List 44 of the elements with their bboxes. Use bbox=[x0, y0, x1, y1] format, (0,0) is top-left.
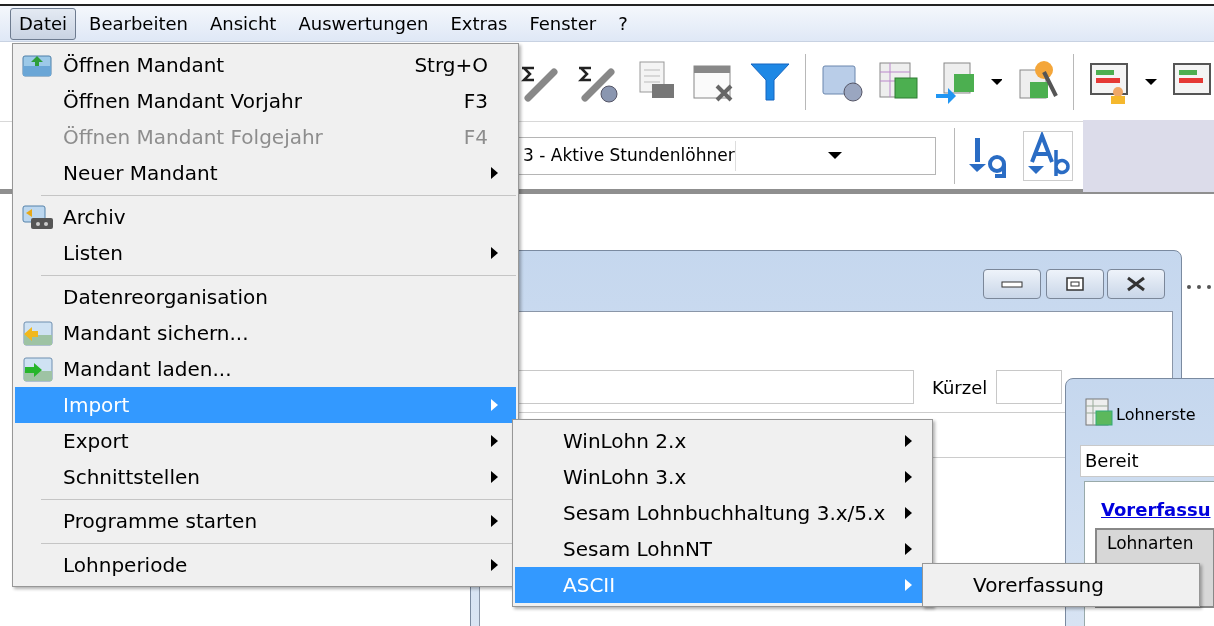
maximize-button[interactable] bbox=[1046, 269, 1104, 299]
menu-item[interactable]: Bearbeiten bbox=[80, 7, 197, 40]
status-field: Bereit bbox=[1080, 445, 1214, 477]
menu-item[interactable]: Listen bbox=[15, 235, 516, 271]
table-icon bbox=[1084, 397, 1114, 427]
minimize-button[interactable] bbox=[983, 269, 1041, 299]
section-heading: Vorerfassu bbox=[1101, 498, 1211, 522]
menu-item[interactable]: ? bbox=[609, 7, 637, 40]
menu-item[interactable]: Ansicht bbox=[200, 7, 286, 40]
filter-dropdown[interactable]: 3 - Aktive Stundenlöhner bbox=[518, 136, 936, 175]
menu-item[interactable]: Öffnen Mandant Vorjahr F3 bbox=[15, 83, 516, 119]
caret-icon bbox=[828, 151, 843, 160]
caret-icon[interactable] bbox=[990, 77, 1003, 86]
menu-item[interactable]: Export bbox=[15, 423, 516, 459]
menu-item[interactable]: Sesam Lohnbuchhaltung 3.x/5.x bbox=[515, 495, 930, 531]
menu-item[interactable]: Mandant sichern... bbox=[15, 315, 516, 351]
menu-item[interactable]: Lohnperiode bbox=[15, 547, 516, 583]
dots-icon bbox=[1186, 284, 1214, 290]
menu-item[interactable]: Fenster bbox=[520, 7, 606, 40]
caret-icon[interactable] bbox=[1145, 77, 1158, 86]
close-button[interactable] bbox=[1107, 269, 1165, 299]
menu-item[interactable]: Datenreorganisation bbox=[15, 279, 516, 315]
menu-item[interactable]: Archiv bbox=[15, 199, 516, 235]
menu-item[interactable]: Datei bbox=[10, 7, 77, 40]
menu-item[interactable]: WinLohn 3.x bbox=[515, 459, 930, 495]
menu-item[interactable]: Schnittstellen bbox=[15, 459, 516, 495]
close-icon bbox=[1125, 276, 1147, 292]
input-field[interactable] bbox=[996, 370, 1062, 404]
menu-item[interactable]: Sesam LohnNT bbox=[515, 531, 930, 567]
menu-item[interactable]: WinLohn 2.x bbox=[515, 423, 930, 459]
menu-item[interactable]: Neuer Mandant bbox=[15, 155, 516, 191]
archive-icon bbox=[22, 203, 54, 231]
menu-item[interactable]: Öffnen Mandant Strg+O bbox=[15, 47, 516, 83]
folder-icon bbox=[22, 52, 54, 78]
menu-item[interactable]: Programme starten bbox=[15, 503, 516, 539]
window-title: Lohnerste bbox=[1116, 404, 1196, 426]
maximize-icon bbox=[1065, 276, 1085, 292]
menu-item[interactable]: Mandant laden... bbox=[15, 351, 516, 387]
field-label: Kürzel bbox=[932, 376, 988, 400]
minimize-icon bbox=[1001, 279, 1023, 289]
import-icon[interactable] bbox=[933, 59, 977, 104]
sort-alpha-icon[interactable] bbox=[1023, 130, 1073, 181]
menu-item[interactable]: Extras bbox=[441, 7, 517, 40]
menu-item[interactable]: Auswertungen bbox=[289, 7, 438, 40]
